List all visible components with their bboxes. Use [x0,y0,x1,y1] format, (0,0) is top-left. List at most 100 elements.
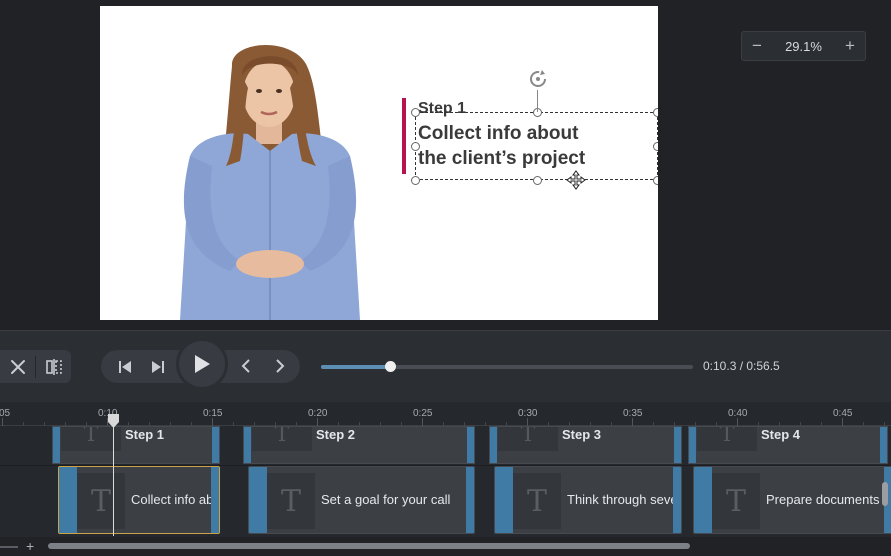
resize-handle-bottom-left[interactable] [411,176,420,185]
text-clip[interactable]: T Prepare documents [693,466,891,534]
rotate-icon[interactable] [527,68,549,90]
clip-trim-handle-left[interactable] [490,427,497,463]
play-button[interactable] [176,338,228,390]
video-editor: Step 1 Collect info about the client’s p… [0,0,891,556]
clip-trim-handle-right[interactable] [467,427,474,463]
edit-tools-group [0,350,71,383]
scrubber-progress [321,365,391,369]
ruler-minor-tick [23,422,24,426]
rotate-stem [537,90,538,112]
zoom-value[interactable]: 29.1% [772,39,835,54]
text-clip-selected[interactable]: T Collect info about [58,466,220,534]
clip-label: Think through several [567,492,682,507]
chevron-left-icon [241,358,250,373]
chevron-right-icon [276,358,285,373]
canvas-area[interactable]: Step 1 Collect info about the client’s p… [0,0,891,330]
clip-label: Step 3 [562,427,602,442]
cut-button[interactable] [0,350,35,383]
resize-handle-bottom-right[interactable] [653,176,658,185]
presenter-video[interactable] [170,36,370,320]
ruler-major-tick [317,418,318,426]
clip-trim-handle-right[interactable] [673,467,681,533]
ruler-label: 05 [0,408,11,419]
move-cursor-icon [566,170,586,190]
text-clip-thumbnail: T [697,427,757,451]
text-clip[interactable]: T Think through several [494,466,682,534]
text-selection-box[interactable] [415,112,658,180]
clip-trim-handle-right[interactable] [212,427,219,463]
play-icon [195,355,210,373]
ruler-minor-tick [233,422,234,426]
ruler-label: 0:35 [623,408,643,419]
split-icon [45,358,62,375]
timeline[interactable]: 05 0:10 0:15 0:20 0:25 0:30 0:35 0:40 0:45 T Step… [0,402,891,556]
text-clip-thumbnail: T [61,427,121,451]
timeline-vertical-scrollbar[interactable] [882,482,888,506]
add-track-button[interactable]: + [26,538,34,554]
clip-trim-handle-right[interactable] [211,467,219,533]
clip-trim-handle-right[interactable] [674,427,681,463]
resize-handle-left[interactable] [411,142,420,151]
ruler-label: 0:40 [728,408,748,419]
clip-trim-handle-left[interactable] [495,467,513,533]
scrubber-thumb[interactable] [385,361,397,372]
ruler-label: 0:30 [518,408,538,419]
split-button[interactable] [36,350,71,383]
text-clip[interactable]: T Set a goal for your call [248,466,475,534]
zoom-in-button[interactable]: + [835,32,865,60]
title-clip[interactable]: T Step 3 [489,426,682,464]
ruler-minor-tick [485,422,486,426]
time-ruler[interactable]: 05 0:10 0:15 0:20 0:25 0:30 0:35 0:40 0:45 [0,402,891,426]
playback-scrubber[interactable] [321,361,693,372]
title-clip[interactable]: T Step 1 [52,426,220,464]
clip-trim-handle-left[interactable] [249,467,267,533]
playhead-marker[interactable] [107,414,120,428]
accent-bar [402,98,406,174]
clip-trim-handle-right[interactable] [880,427,887,463]
ruler-major-tick [632,418,633,426]
title-clip[interactable]: T Step 4 [688,426,888,464]
clip-label: Step 1 [125,427,165,442]
time-readout: 0:10.3 / 0:56.5 [703,359,780,373]
clip-trim-handle-left[interactable] [244,427,251,463]
resize-handle-bottom[interactable] [533,176,542,185]
track-2[interactable]: T Collect info about T Set a goal for your … [0,466,891,536]
clip-label: Step 4 [761,427,801,442]
timeline-horizontal-scrollbar[interactable] [48,543,690,549]
previous-marker-button[interactable] [111,350,139,383]
text-clip-thumbnail: T [252,427,312,451]
clip-label: Collect info about [131,492,219,507]
ruler-label: 0:45 [833,408,853,419]
text-clip-thumbnail: T [267,473,315,529]
step-back-button[interactable] [232,349,260,382]
clip-trim-handle-left[interactable] [694,467,712,533]
zoom-out-button[interactable]: − [742,32,772,60]
resize-handle-top-right[interactable] [653,108,658,117]
playhead-line[interactable] [113,416,114,536]
ruler-label: 0:15 [203,408,223,419]
ruler-major-tick [842,418,843,426]
ruler-major-tick [422,418,423,426]
transport-bar: 0:10.3 / 0:56.5 [0,330,891,402]
ruler-minor-tick [44,422,45,426]
clip-trim-handle-left[interactable] [59,467,77,533]
resize-handle-top-left[interactable] [411,108,420,117]
zoom-slider-icon[interactable] [0,546,18,548]
step-forward-button[interactable] [266,349,294,382]
slide-canvas[interactable]: Step 1 Collect info about the client’s p… [100,6,658,320]
track-1[interactable]: T Step 1 T Step 2 T Step 3 T Step 4 [0,426,891,466]
ruler-major-tick [212,418,213,426]
ruler-major-tick [2,418,3,426]
ruler-major-tick [737,418,738,426]
ruler-label: 0:25 [413,408,433,419]
clip-label: Step 2 [316,427,356,442]
ruler-label: 0:20 [308,408,328,419]
clip-trim-handle-left[interactable] [689,427,696,463]
next-marker-button[interactable] [144,350,172,383]
resize-handle-right[interactable] [653,142,658,151]
text-clip-thumbnail: T [513,473,561,529]
clip-trim-handle-left[interactable] [53,427,60,463]
clip-label: Set a goal for your call [321,492,451,507]
clip-trim-handle-right[interactable] [466,467,474,533]
title-clip[interactable]: T Step 2 [243,426,475,464]
